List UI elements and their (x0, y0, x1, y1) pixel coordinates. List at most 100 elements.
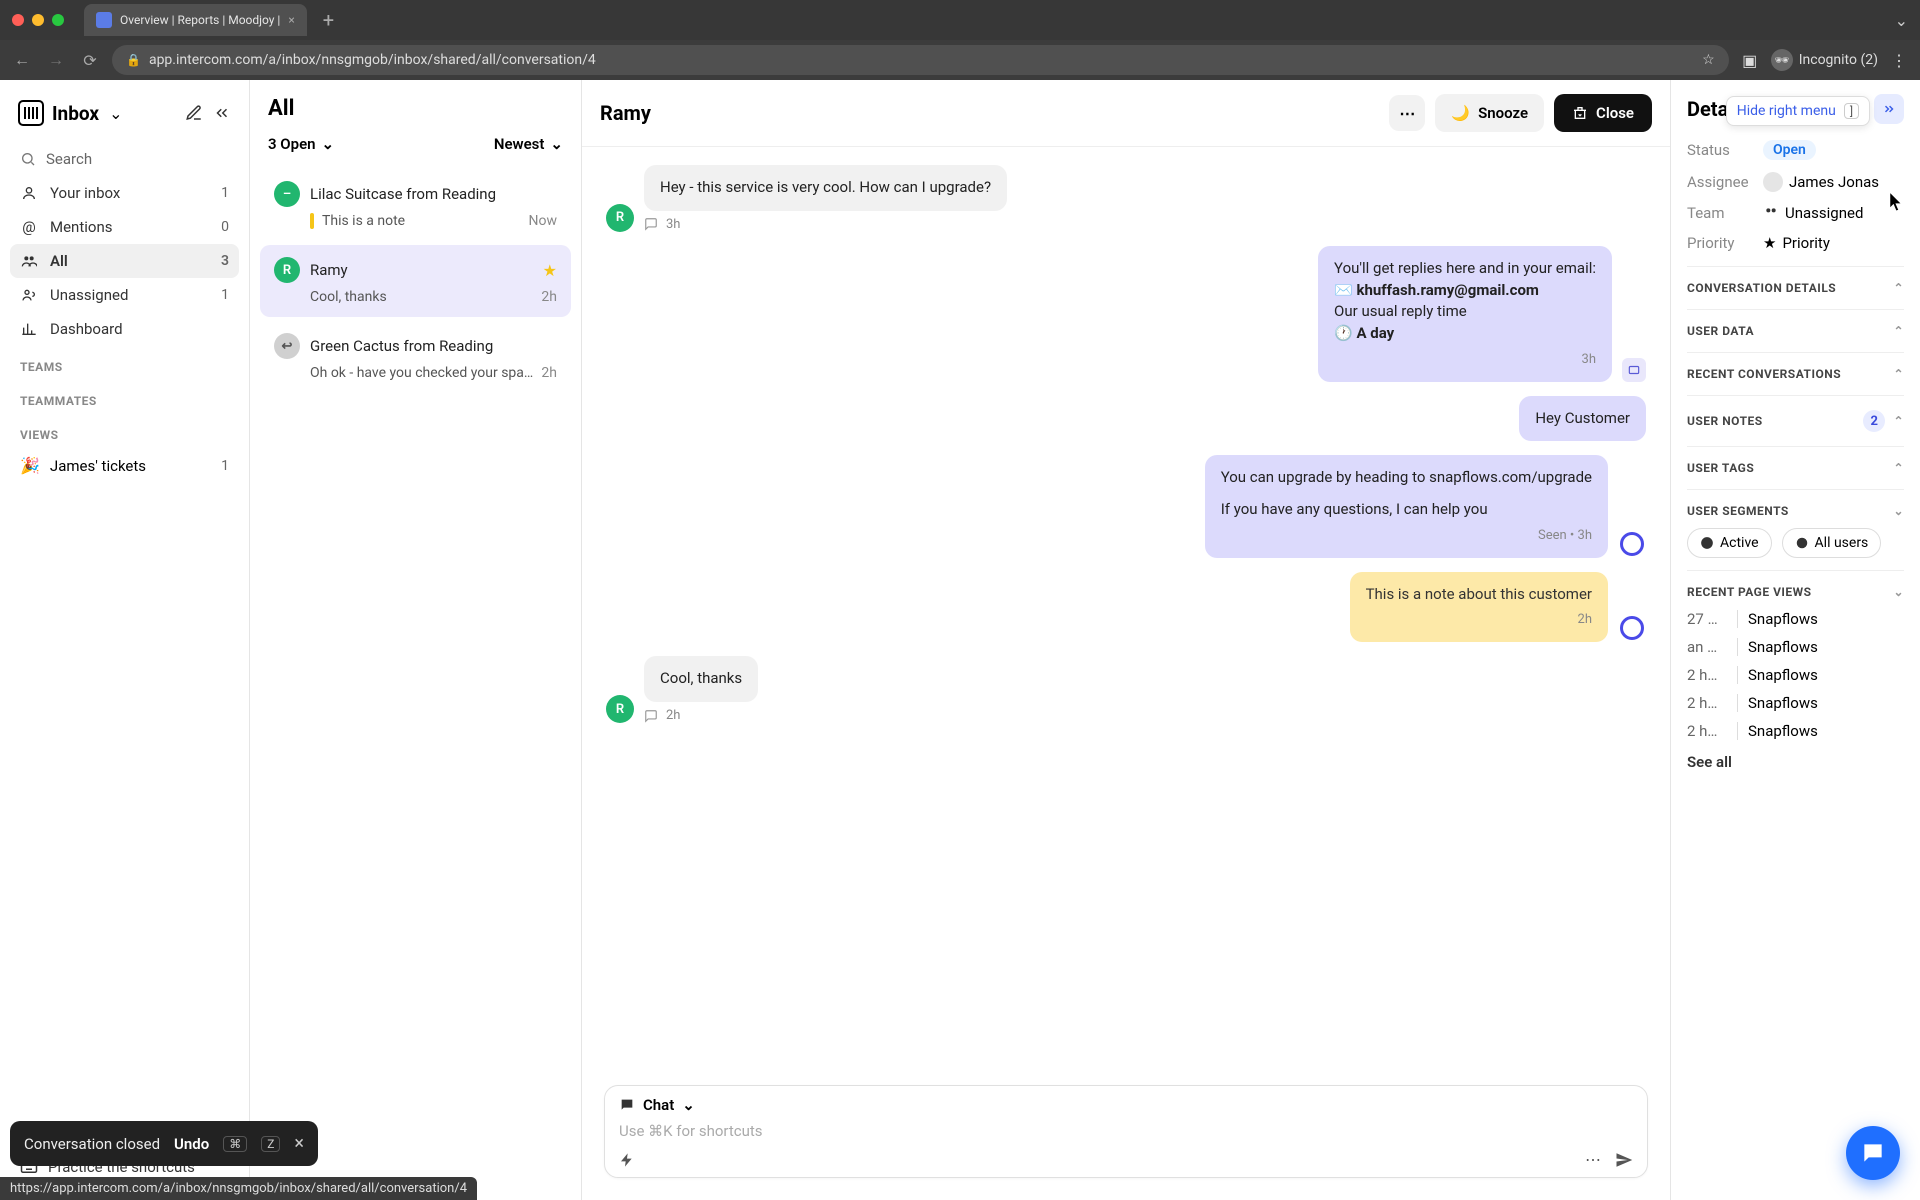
page-view-row[interactable]: an …Snapflows (1687, 633, 1904, 661)
sidebar-item-unassigned[interactable]: Unassigned 1 (10, 278, 239, 312)
view-item-james-tickets[interactable]: 🎉 James' tickets 1 (10, 448, 239, 483)
status-badge[interactable]: Open (1763, 140, 1816, 160)
conversation-list: All 3 Open ⌄ Newest ⌄ – Lilac Suitcase f… (250, 80, 582, 1200)
window-minimize[interactable] (32, 14, 44, 26)
priority-value[interactable]: ★Priority (1763, 234, 1830, 252)
search-placeholder: Search (46, 150, 92, 168)
list-title: All (268, 96, 563, 121)
message-email: khuffash.ramy@gmail.com (1356, 281, 1538, 299)
tab-title: Overview | Reports | Moodjoy | (120, 13, 280, 27)
moon-icon: 🌙 (1451, 104, 1470, 122)
tab-close-icon[interactable]: × (288, 13, 294, 27)
hide-details-button[interactable]: Hide right menu ] (1874, 94, 1904, 124)
incognito-icon: 🕶 (1771, 49, 1793, 71)
section-label: USER DATA (1687, 324, 1754, 338)
chevron-down-icon: ⌄ (322, 135, 335, 153)
url-text: app.intercom.com/a/inbox/nnsgmgob/inbox/… (149, 52, 596, 68)
message-line: If you have any questions, I can help yo… (1221, 499, 1592, 521)
help-launcher-button[interactable] (1846, 1126, 1900, 1180)
message-bubble: Hey Customer (1519, 396, 1646, 442)
filter-sort-dropdown[interactable]: Newest ⌄ (494, 135, 563, 153)
browser-menu-icon[interactable]: ⋮ (1888, 51, 1910, 70)
section-user-tags[interactable]: USER TAGS⌃ (1687, 446, 1904, 481)
toast-close-button[interactable]: × (294, 1133, 304, 1154)
section-page-views[interactable]: RECENT PAGE VIEWS⌄ (1687, 570, 1904, 605)
message-line: You'll get replies here and in your emai… (1334, 258, 1596, 280)
bookmark-star-icon[interactable]: ☆ (1702, 52, 1715, 68)
tooltip-text: Hide right menu (1737, 103, 1836, 119)
collapse-sidebar-icon[interactable] (213, 104, 231, 122)
lightning-icon[interactable] (619, 1152, 635, 1168)
composer-mode-dropdown[interactable]: Chat ⌄ (619, 1096, 1633, 1114)
conversation-item[interactable]: ↩ Green Cactus from Reading Oh ok - have… (260, 321, 571, 393)
app-logo[interactable] (18, 100, 44, 126)
more-menu-button[interactable]: ⋯ (1389, 95, 1425, 131)
snooze-button[interactable]: 🌙 Snooze (1435, 94, 1544, 132)
send-button[interactable] (1615, 1151, 1633, 1169)
message-line: 🕐 A day (1334, 324, 1394, 342)
search-input[interactable]: Search (10, 142, 239, 176)
assignee-value[interactable]: James Jonas (1763, 172, 1879, 192)
conversation-preview: Cool, thanks (310, 289, 533, 305)
sidebar-item-dashboard[interactable]: Dashboard (10, 312, 239, 346)
filter-status-dropdown[interactable]: 3 Open ⌄ (268, 135, 334, 153)
incognito-badge[interactable]: 🕶 Incognito (2) (1771, 49, 1878, 71)
section-user-notes[interactable]: USER NOTES2⌃ (1687, 395, 1904, 438)
pie-icon (1795, 536, 1809, 550)
star-icon[interactable]: ★ (543, 261, 557, 280)
page-view-row[interactable]: 2 h…Snapflows (1687, 717, 1904, 745)
url-bar[interactable]: 🔒 app.intercom.com/a/inbox/nnsgmgob/inbo… (112, 45, 1729, 75)
section-user-segments[interactable]: USER SEGMENTS⌄ (1687, 489, 1904, 524)
toast-undo-button[interactable]: Undo (174, 1135, 209, 1153)
segment-chip-all-users[interactable]: All users (1782, 528, 1882, 558)
page-view-time: 2 h… (1687, 666, 1727, 684)
compose-icon[interactable] (185, 104, 203, 122)
section-user-data[interactable]: USER DATA⌃ (1687, 309, 1904, 344)
browser-tab[interactable]: Overview | Reports | Moodjoy | × (84, 4, 307, 36)
browser-reload-button[interactable]: ⟳ (78, 51, 102, 70)
section-views: VIEWS (10, 414, 239, 448)
note-indicator (310, 213, 314, 229)
section-recent-conversations[interactable]: RECENT CONVERSATIONS⌃ (1687, 352, 1904, 387)
customer-avatar: R (606, 204, 634, 232)
left-sidebar: Inbox ⌄ Search Your inbox 1 @ Mentions 0… (0, 80, 250, 1200)
extensions-icon[interactable]: ▣ (1739, 51, 1761, 70)
sidebar-item-your-inbox[interactable]: Your inbox 1 (10, 176, 239, 210)
page-view-row[interactable]: 2 h…Snapflows (1687, 661, 1904, 689)
new-tab-button[interactable]: + (315, 8, 342, 32)
inbox-dropdown-icon[interactable]: ⌄ (109, 104, 122, 123)
page-view-row[interactable]: 2 h…Snapflows (1687, 689, 1904, 717)
notes-count-badge: 2 (1863, 410, 1885, 432)
more-options-icon[interactable]: ⋯ (1585, 1150, 1601, 1169)
window-close[interactable] (12, 14, 24, 26)
chat-icon (619, 1097, 635, 1113)
page-view-row[interactable]: 27 …Snapflows (1687, 605, 1904, 633)
sidebar-item-mentions[interactable]: @ Mentions 0 (10, 210, 239, 244)
section-label: USER TAGS (1687, 461, 1754, 475)
close-conversation-button[interactable]: Close (1554, 94, 1652, 132)
conversation-item[interactable]: – Lilac Suitcase from Reading This is a … (260, 169, 571, 241)
see-all-link[interactable]: See all (1687, 745, 1904, 771)
segment-chip-active[interactable]: Active (1687, 528, 1772, 558)
browser-back-button[interactable]: ← (10, 50, 34, 70)
toast-message: Conversation closed (24, 1135, 160, 1153)
conversation-item[interactable]: R Ramy ★ Cool, thanks 2h (260, 245, 571, 317)
window-maximize[interactable] (52, 14, 64, 26)
page-view-page: Snapflows (1748, 722, 1818, 740)
composer-input[interactable]: Use ⌘K for shortcuts (619, 1114, 1633, 1150)
assignee-label: Assignee (1687, 173, 1763, 191)
section-conversation-details[interactable]: CONVERSATION DETAILS⌃ (1687, 266, 1904, 301)
tabs-dropdown-icon[interactable]: ⌄ (1895, 11, 1908, 30)
nav-label: Dashboard (50, 320, 123, 338)
page-view-time: 2 h… (1687, 694, 1727, 712)
note-bubble: This is a note about this customer 2h (1350, 572, 1608, 643)
sidebar-item-all[interactable]: All 3 (10, 244, 239, 278)
message-composer[interactable]: Chat ⌄ Use ⌘K for shortcuts ⋯ (604, 1085, 1648, 1178)
browser-forward-button[interactable]: → (44, 50, 68, 70)
view-count: 1 (221, 458, 229, 474)
message-bubble: Hey - this service is very cool. How can… (644, 165, 1007, 211)
nav-count: 3 (221, 253, 229, 269)
message-text: Hey Customer (1535, 409, 1630, 427)
nav-label: Unassigned (50, 286, 128, 304)
team-value[interactable]: Unassigned (1763, 204, 1863, 222)
